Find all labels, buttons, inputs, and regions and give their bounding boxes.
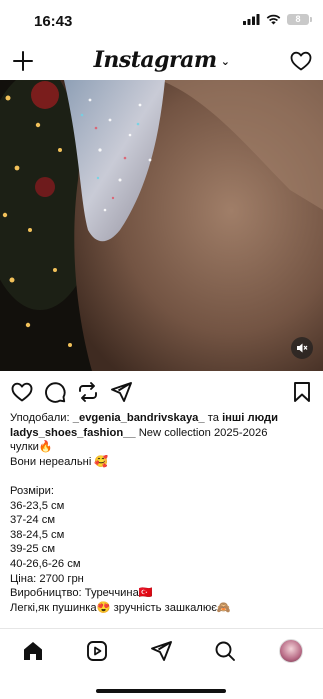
caption-first-line: ladys_shoes_fashion__ New collection 202… (10, 426, 315, 441)
status-icons: 8 (243, 14, 312, 25)
bookmark-icon[interactable] (290, 380, 314, 404)
chevron-down-icon: ⌄ (220, 54, 230, 68)
send-icon[interactable] (149, 639, 173, 663)
repost-icon[interactable] (76, 380, 100, 404)
post-actions (0, 378, 323, 406)
heart-icon[interactable] (289, 49, 313, 73)
wifi-icon (266, 14, 281, 25)
post-caption: Уподобали: _evgenia_bandrivskaya_ та інш… (10, 411, 315, 615)
status-bar: 16:43 8 (0, 0, 323, 44)
caption-line: 39-25 см (10, 543, 56, 556)
post-photo (0, 80, 323, 371)
status-time: 16:43 (34, 13, 73, 30)
liked-by-user[interactable]: _evgenia_bandrivskaya_ (73, 412, 205, 424)
logo-text: Instagram (93, 47, 218, 73)
caption-line: чулки🔥 (10, 441, 53, 454)
caption-line: Ціна: 2700 грн (10, 572, 84, 585)
instagram-logo[interactable]: Instagram ⌄ (0, 47, 323, 73)
reels-icon[interactable] (85, 639, 109, 663)
caption-line: 37-24 см (10, 514, 56, 527)
speaker-muted-icon (297, 343, 308, 353)
caption-line: Виробництво: Туреччина🇹🇷 (10, 587, 153, 600)
post-author[interactable]: ladys_shoes_fashion__ (10, 427, 136, 439)
search-icon[interactable] (213, 639, 237, 663)
top-bar: Instagram ⌄ (0, 44, 323, 78)
bottom-tab-bar (0, 628, 323, 679)
home-indicator (96, 689, 226, 693)
caption-line: 36-23,5 см (10, 499, 65, 512)
liked-by-and: та (204, 412, 223, 424)
post-media[interactable] (0, 80, 323, 371)
caption-line: 40-26,6-26 см (10, 557, 81, 570)
caption-line: 38-24,5 см (10, 528, 65, 541)
like-heart-icon[interactable] (10, 380, 34, 404)
cellular-signal-icon (243, 14, 260, 25)
home-icon[interactable] (21, 639, 45, 663)
caption-line: Розміри: (10, 484, 54, 497)
profile-avatar[interactable] (279, 639, 303, 663)
send-icon[interactable] (109, 380, 133, 404)
comment-icon[interactable] (43, 380, 67, 404)
liked-by-others[interactable]: інші люди (222, 412, 278, 424)
caption-line: Вони нереальні 🥰 (10, 455, 109, 468)
caption-line: Легкі,як пушинка😍 зручність зашкалює🙈 (10, 601, 231, 614)
liked-by-prefix: Уподобали: (10, 412, 73, 424)
mute-button[interactable] (291, 337, 313, 359)
liked-by-line: Уподобали: _evgenia_bandrivskaya_ та інш… (10, 411, 315, 426)
caption-line: New collection 2025-2026 (135, 426, 268, 439)
battery-indicator: 8 (287, 14, 312, 25)
